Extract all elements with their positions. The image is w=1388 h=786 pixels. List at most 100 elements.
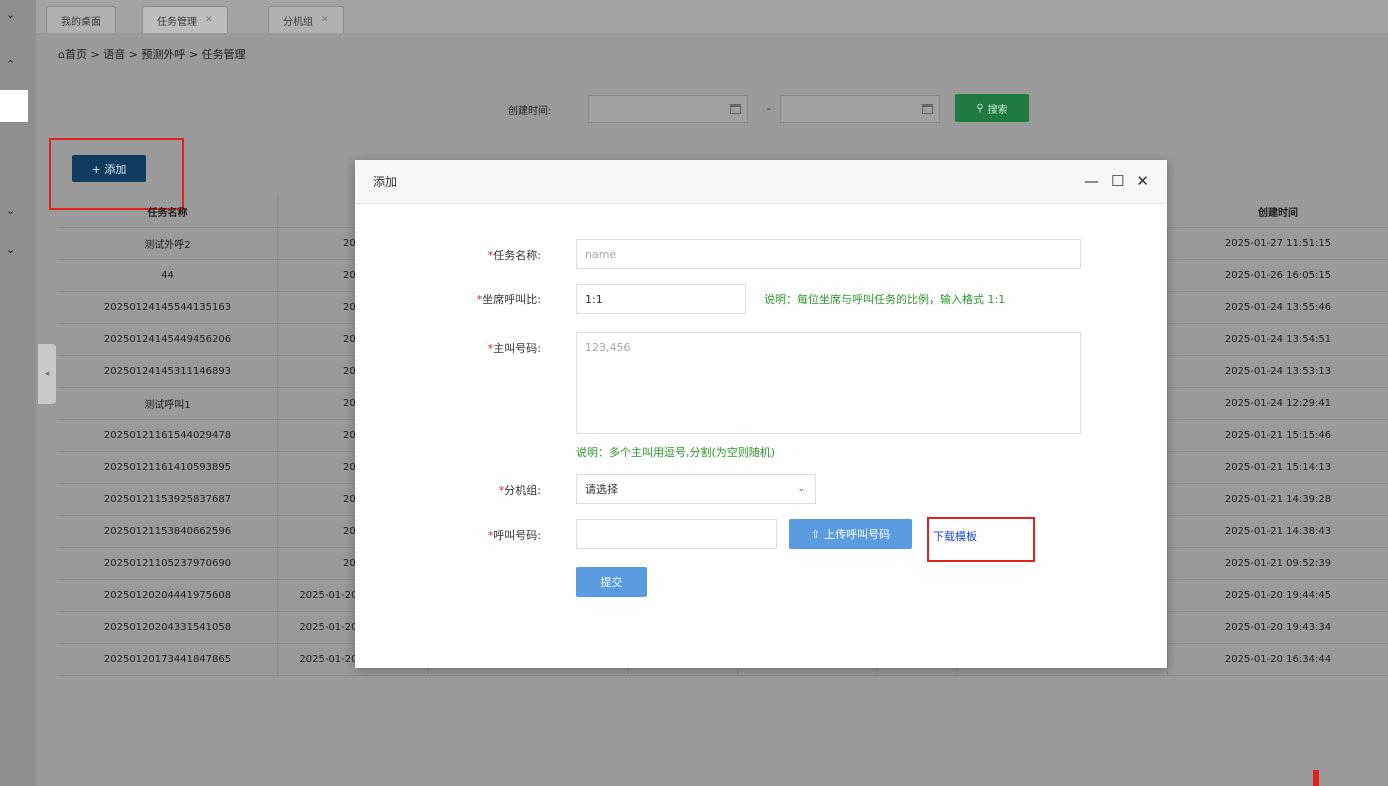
sidebar-collapse-handle[interactable]: ◂ xyxy=(38,344,56,404)
table-cell: 2025-01-24 12:29:41 xyxy=(1168,388,1388,419)
table-cell: 20250124145449456206 xyxy=(58,324,278,355)
chevron-down-icon[interactable]: ⌄ xyxy=(6,243,15,256)
calendar-icon xyxy=(730,104,741,114)
cell-text: 2025-01-24 13:53:13 xyxy=(1224,366,1332,377)
table-cell: 20250121153840662596 xyxy=(58,516,278,547)
table-cell: 测试外呼2 xyxy=(58,228,278,259)
cell-text: 20250120173441847865 xyxy=(103,654,232,665)
cell-text: 2025-01-20 19:43:34 xyxy=(1224,622,1332,633)
select-value: 请选择 xyxy=(585,483,618,496)
cell-text: 2025-01-24 13:55:46 xyxy=(1224,302,1332,313)
close-icon[interactable]: ✕ xyxy=(321,15,329,25)
cell-text: 20250121153840662596 xyxy=(103,526,232,537)
chevron-down-icon[interactable]: ⌄ xyxy=(6,8,15,21)
date-separator: - xyxy=(767,102,771,115)
add-task-dialog: 添加 — ☐ ✕ *任务名称: name *坐席呼叫比: 1:1 说明：每位坐席… xyxy=(355,160,1167,668)
cell-text: 2025-01-20 16:34:44 xyxy=(1224,654,1332,665)
task-name-label: *任务名称: xyxy=(487,249,541,262)
table-cell: 2025-01-21 15:14:13 xyxy=(1168,452,1388,483)
cell-text: 测试呼叫1 xyxy=(144,400,191,411)
extension-group-select[interactable]: 请选择 ⌄ xyxy=(576,474,816,504)
seat-call-ratio-label: *坐席呼叫比: xyxy=(476,293,541,306)
callee-number-input[interactable] xyxy=(576,519,777,549)
cell-text: 2025-01-21 14:38:43 xyxy=(1224,526,1332,537)
left-rail: ⌄ ⌃ ⌄ ⌄ xyxy=(0,0,36,786)
tab-label: 分机组 xyxy=(283,16,313,28)
table-cell: 2025-01-27 11:51:15 xyxy=(1168,228,1388,259)
minimize-icon[interactable]: — xyxy=(1084,172,1099,190)
cell-text: 20250124145544135163 xyxy=(103,302,232,313)
cell-text: 2025-01-27 11:51:15 xyxy=(1224,238,1332,249)
close-icon[interactable]: ✕ xyxy=(205,15,213,25)
table-cell: 44 xyxy=(58,260,278,291)
highlight-box xyxy=(927,517,1035,562)
created-time-label: 创建时间: xyxy=(508,106,552,117)
table-cell: 2025-01-26 16:05:15 xyxy=(1168,260,1388,291)
table-cell: 2025-01-20 19:44:45 xyxy=(1168,580,1388,611)
upload-callee-button[interactable]: ⇧ 上传呼叫号码 xyxy=(789,519,912,549)
seat-call-ratio-input[interactable]: 1:1 xyxy=(576,284,746,314)
search-bar: 创建时间: - ⚲ 搜索 xyxy=(36,78,1388,140)
annotation-mark xyxy=(1313,770,1319,786)
start-date-input[interactable] xyxy=(588,95,748,123)
calendar-icon xyxy=(922,104,933,114)
table-cell: 20250121153925837687 xyxy=(58,484,278,515)
search-button[interactable]: ⚲ 搜索 xyxy=(955,94,1029,122)
search-button-label: 搜索 xyxy=(987,104,1008,116)
callee-number-label: *呼叫号码: xyxy=(487,529,541,542)
breadcrumb: ⌂首页 > 语音 > 预测外呼 > 任务管理 xyxy=(58,46,246,62)
end-date-input[interactable] xyxy=(780,95,940,123)
tab-desktop[interactable]: 我的桌面 xyxy=(46,6,116,33)
chevron-up-icon[interactable]: ⌃ xyxy=(6,58,15,71)
table-cell: 2025-01-24 13:54:51 xyxy=(1168,324,1388,355)
tab-extension-group[interactable]: 分机组 ✕ xyxy=(268,6,344,33)
cell-text: 20250121161544029478 xyxy=(103,430,232,441)
header-created-time[interactable]: 创建时间 xyxy=(1168,195,1388,227)
table-cell: 2025-01-21 14:39:28 xyxy=(1168,484,1388,515)
tab-task-management[interactable]: 任务管理 ✕ xyxy=(142,6,228,33)
submit-button[interactable]: 提交 xyxy=(576,567,647,597)
cell-text: 2025-01-21 15:14:13 xyxy=(1224,462,1332,473)
home-icon: ⌂ xyxy=(58,48,65,61)
breadcrumb-text: 首页 > 语音 > 预测外呼 > 任务管理 xyxy=(64,48,246,61)
close-icon[interactable]: ✕ xyxy=(1136,172,1149,190)
table-cell: 2025-01-20 16:34:44 xyxy=(1168,644,1388,675)
chevron-down-icon[interactable]: ⌄ xyxy=(6,204,15,217)
cell-text: 2025-01-26 16:05:15 xyxy=(1224,270,1332,281)
cell-text: 20250124145311146893 xyxy=(103,366,232,377)
chevron-down-icon: ⌄ xyxy=(797,484,805,494)
cell-text: 44 xyxy=(161,270,174,281)
table-cell: 2025-01-24 13:55:46 xyxy=(1168,292,1388,323)
cell-text: 2025-01-21 15:15:46 xyxy=(1224,430,1332,441)
upload-button-label: 上传呼叫号码 xyxy=(824,528,891,541)
caller-number-note: 说明：多个主叫用逗号,分割(为空则随机) xyxy=(576,446,776,459)
table-cell: 2025-01-24 13:53:13 xyxy=(1168,356,1388,387)
cell-text: 2025-01-21 09:52:39 xyxy=(1224,558,1332,569)
cell-text: 2025-01-21 14:39:28 xyxy=(1224,494,1332,505)
tab-label: 任务管理 xyxy=(157,16,197,28)
table-cell: 20250121161544029478 xyxy=(58,420,278,451)
maximize-icon[interactable]: ☐ xyxy=(1111,172,1124,190)
cell-text: 2025-01-20 19:44:45 xyxy=(1224,590,1332,601)
cell-text: 20250120204441975608 xyxy=(103,590,232,601)
table-cell: 2025-01-20 19:43:34 xyxy=(1168,612,1388,643)
header-task-name[interactable]: 任务名称 xyxy=(58,195,278,227)
table-cell: 测试呼叫1 xyxy=(58,388,278,419)
table-cell: 2025-01-21 15:15:46 xyxy=(1168,420,1388,451)
table-cell: 20250120204331541058 xyxy=(58,612,278,643)
cell-text: 20250121153925837687 xyxy=(103,494,232,505)
ratio-note: 说明：每位坐席与呼叫任务的比例，输入格式 1:1 xyxy=(764,293,1006,306)
tab-bar: 我的桌面 任务管理 ✕ 分机组 ✕ xyxy=(36,0,1388,33)
table-cell: 20250120204441975608 xyxy=(58,580,278,611)
caller-number-textarea[interactable]: 123,456 xyxy=(576,332,1081,434)
cell-text: 20250121105237970690 xyxy=(103,558,232,569)
table-cell: 20250121105237970690 xyxy=(58,548,278,579)
search-icon: ⚲ xyxy=(976,102,984,114)
chevron-left-icon: ◂ xyxy=(44,369,50,379)
rail-active-item[interactable] xyxy=(0,90,28,122)
table-cell: 2025-01-21 14:38:43 xyxy=(1168,516,1388,547)
task-name-input[interactable]: name xyxy=(576,239,1081,269)
tab-label: 我的桌面 xyxy=(61,16,101,28)
table-cell: 20250124145311146893 xyxy=(58,356,278,387)
table-cell: 20250124145544135163 xyxy=(58,292,278,323)
